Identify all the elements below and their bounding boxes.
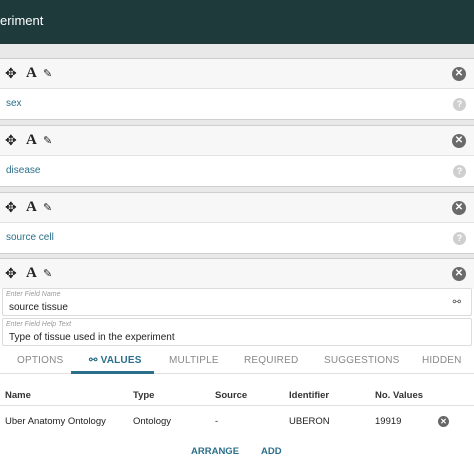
field-help-hint: Enter Field Help Text [6, 321, 72, 328]
close-icon[interactable]: ✕ [452, 67, 466, 81]
field-toolbar: ✥ A ✎ ✕ [0, 193, 474, 223]
field-body[interactable]: sex ? [0, 89, 474, 119]
help-icon[interactable]: ? [453, 232, 466, 245]
help-icon[interactable]: ? [453, 98, 466, 111]
close-icon[interactable]: ✕ [452, 201, 466, 215]
field-tabs: OPTIONS ⚯ VALUES MULTIPLE REQUIRED SUGGE… [0, 346, 474, 374]
tab-values-label: VALUES [100, 355, 142, 366]
help-icon[interactable]: ? [453, 165, 466, 178]
table-cell: Ontology [133, 416, 172, 427]
column-header: No. Values [375, 390, 424, 401]
move-icon[interactable]: ✥ [5, 132, 17, 148]
table-cell: 19919 [375, 416, 402, 427]
field-toolbar: ✥ A ✎ ✕ [0, 259, 474, 289]
table-cell: Uber Anatomy Ontology [5, 416, 106, 427]
close-icon[interactable]: ✕ [452, 134, 466, 148]
field-card-disease: ✥ A ✎ ✕ disease ? [0, 125, 474, 187]
table-cell: UBERON [289, 416, 330, 427]
table-cell: - [215, 416, 219, 427]
tab-hidden[interactable]: HIDDEN [422, 355, 462, 366]
field-card-sex: ✥ A ✎ ✕ sex ? [0, 58, 474, 120]
app-header: eriment [0, 0, 474, 44]
font-icon[interactable]: A [26, 132, 37, 148]
tab-options[interactable]: OPTIONS [17, 355, 63, 366]
field-label: sex [6, 98, 22, 109]
column-header: Identifier [289, 390, 330, 401]
field-toolbar: ✥ A ✎ ✕ [0, 126, 474, 156]
font-icon[interactable]: A [26, 199, 37, 215]
field-toolbar: ✥ A ✎ ✕ [0, 59, 474, 89]
edit-icon[interactable]: ✎ [43, 133, 52, 149]
field-name-value: source tissue [9, 302, 68, 313]
font-icon[interactable]: A [26, 65, 37, 81]
edit-icon[interactable]: ✎ [43, 66, 52, 82]
tab-suggestions[interactable]: SUGGESTIONS [324, 355, 400, 366]
table-actions: ARRANGE ADD [0, 444, 474, 460]
tab-values[interactable]: ⚯ VALUES [89, 355, 142, 366]
values-table-header: Name Type Source Identifier No. Values [0, 386, 474, 406]
column-header: Source [215, 390, 248, 401]
field-help-value: Type of tissue used in the experiment [9, 332, 175, 343]
edit-icon[interactable]: ✎ [43, 266, 52, 282]
tab-multiple[interactable]: MULTIPLE [169, 355, 219, 366]
move-icon[interactable]: ✥ [5, 199, 17, 215]
arrange-button[interactable]: ARRANGE [191, 446, 239, 457]
move-icon[interactable]: ✥ [5, 65, 17, 81]
tab-required[interactable]: REQUIRED [244, 355, 298, 366]
values-tree-icon: ⚯ [89, 355, 101, 366]
tree-icon[interactable]: ⚯ [453, 297, 461, 308]
add-button[interactable]: ADD [261, 446, 282, 457]
font-icon[interactable]: A [26, 265, 37, 281]
remove-row-icon[interactable]: ✕ [438, 416, 449, 427]
page-title: eriment [0, 13, 44, 28]
field-help-input[interactable]: Enter Field Help Text Type of tissue use… [2, 318, 472, 346]
column-header: Type [133, 390, 155, 401]
edit-icon[interactable]: ✎ [43, 200, 52, 216]
field-card-source-cell: ✥ A ✎ ✕ source cell ? [0, 192, 474, 254]
field-body[interactable]: source cell ? [0, 223, 474, 253]
field-label: disease [6, 165, 41, 176]
field-name-hint: Enter Field Name [6, 291, 61, 298]
table-row[interactable]: Uber Anatomy Ontology Ontology - UBERON … [0, 408, 474, 434]
close-icon[interactable]: ✕ [452, 267, 466, 281]
field-label: source cell [6, 232, 54, 243]
field-name-input[interactable]: Enter Field Name source tissue ⚯ [2, 288, 472, 316]
move-icon[interactable]: ✥ [5, 265, 17, 281]
column-header: Name [5, 390, 31, 401]
field-body[interactable]: disease ? [0, 156, 474, 186]
active-tab-indicator [71, 371, 154, 374]
